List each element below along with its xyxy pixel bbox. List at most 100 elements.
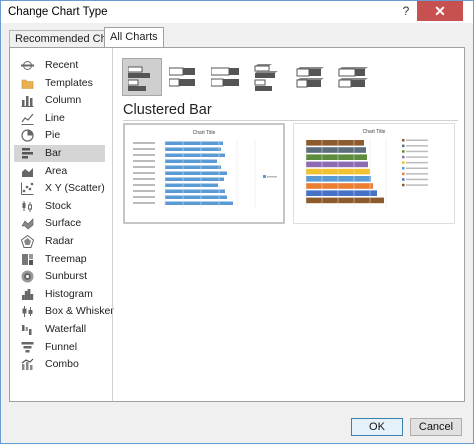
preview-legend-label: [267, 176, 277, 178]
box-whisker-chart-icon: [21, 305, 34, 318]
subtype-3d-stacked-bar-icon[interactable]: [290, 58, 330, 96]
preview-legend-swatch: [402, 167, 405, 170]
sidebar-item-recent[interactable]: Recent: [14, 57, 105, 74]
preview-legend-label: [406, 156, 428, 158]
cancel-button[interactable]: Cancel: [410, 418, 462, 436]
change-chart-type-dialog: Change Chart Type ? ✕ Recommended Charts…: [0, 0, 474, 444]
selected-chart-type-title: Clustered Bar: [123, 102, 212, 118]
sidebar-item-box-whisker[interactable]: Box & Whisker: [14, 303, 114, 320]
column-chart-icon: [21, 94, 34, 108]
sidebar-item-x-y-scatter[interactable]: X Y (Scatter): [14, 180, 105, 197]
preview-legend-label: [406, 178, 428, 181]
preview-category-label: [133, 184, 155, 186]
treemap-chart-icon: [21, 252, 34, 266]
sidebar-item-area[interactable]: Area: [14, 163, 105, 180]
preview-bar: [165, 177, 224, 181]
combo-chart-icon: [21, 358, 34, 371]
pie-chart-icon: [21, 129, 34, 142]
preview-bar: [165, 159, 217, 163]
sidebar-item-label: Bar: [45, 147, 62, 159]
sidebar-item-column[interactable]: Column: [14, 92, 105, 109]
preview-legend-swatch: [402, 144, 405, 148]
sidebar-item-label: Funnel: [45, 340, 78, 353]
help-button[interactable]: ?: [397, 3, 415, 20]
chart-type-panel: Recent Templates Column Line Pie Bar Area X Y (…: [9, 47, 465, 402]
sidebar-item-label: Recent: [45, 59, 79, 71]
preview-bar: [165, 153, 225, 157]
close-button[interactable]: ✕: [417, 1, 463, 21]
sidebar-item-stock[interactable]: Stock: [14, 198, 105, 215]
folder-icon: [21, 77, 34, 90]
preview-bar: [165, 147, 221, 151]
sidebar-item-label: Treemap: [45, 252, 87, 265]
preview-category-label: [133, 154, 155, 156]
preview-legend-swatch: [402, 139, 405, 142]
preview-title: Chart Title: [362, 129, 386, 135]
preview-legend-label: [406, 139, 428, 141]
preview-legend-label: [406, 184, 428, 186]
preview-bar: [306, 190, 377, 196]
preview-bar: [306, 197, 384, 204]
ok-button[interactable]: OK: [351, 418, 403, 436]
preview-bar: [306, 176, 371, 182]
recent-icon: [21, 59, 34, 72]
preview-category-label: [133, 142, 155, 144]
radar-chart-icon: [20, 234, 35, 248]
stock-chart-icon: [21, 200, 34, 213]
sidebar-item-label: Combo: [45, 358, 79, 371]
preview-multi-color[interactable]: Chart Title: [293, 123, 455, 224]
preview-legend-swatch: [402, 155, 405, 159]
subtype-3d-100-stacked-bar-icon[interactable]: [332, 58, 372, 96]
preview-bar: [306, 154, 367, 160]
sidebar-item-funnel[interactable]: Funnel: [14, 339, 105, 356]
preview-category-label: [133, 160, 155, 162]
tab-all-charts[interactable]: All Charts: [104, 27, 164, 48]
sidebar-item-templates[interactable]: Templates: [14, 75, 105, 92]
preview-title: Chart Title: [192, 130, 216, 136]
sidebar-item-label: Histogram: [45, 287, 93, 300]
surface-chart-icon: [21, 217, 34, 230]
sunburst-chart-icon: [21, 270, 34, 283]
sidebar-item-sunburst[interactable]: Sunburst: [14, 268, 105, 285]
preview-single-series[interactable]: Chart Title: [123, 123, 285, 224]
sidebar-item-treemap[interactable]: Treemap: [14, 251, 105, 268]
sidebar-item-label: Area: [45, 164, 68, 177]
preview-bar: [165, 141, 223, 145]
sidebar-item-pie[interactable]: Pie: [14, 127, 105, 144]
preview-1-chart: [133, 139, 277, 209]
waterfall-chart-icon: [21, 323, 34, 336]
preview-legend-label: [406, 150, 428, 153]
vertical-divider: [112, 48, 113, 401]
sidebar-item-combo[interactable]: Combo: [14, 356, 105, 373]
horizontal-divider: [123, 120, 458, 121]
chart-subtype-gallery: [122, 58, 458, 98]
sidebar-item-label: X Y (Scatter): [45, 182, 105, 195]
sidebar-item-histogram[interactable]: Histogram: [14, 286, 105, 303]
subtype-3d-clustered-bar-icon[interactable]: [248, 58, 288, 96]
preview-bar: [165, 183, 218, 187]
sidebar-item-label: Pie: [45, 129, 61, 142]
histogram-chart-icon: [21, 288, 34, 301]
preview-legend-swatch: [263, 175, 266, 178]
area-chart-icon: [21, 165, 34, 178]
preview-legend-label: [406, 167, 428, 169]
sidebar-item-waterfall[interactable]: Waterfall: [14, 321, 105, 338]
sidebar-item-surface[interactable]: Surface: [14, 215, 105, 232]
sidebar-item-label: Radar: [45, 235, 74, 247]
preview-category-label: [133, 202, 155, 204]
subtype-stacked-bar-icon[interactable]: [164, 58, 204, 96]
footer-divider: [1, 405, 473, 406]
preview-category-label: [133, 178, 155, 180]
sidebar-item-line[interactable]: Line: [14, 110, 105, 127]
sidebar-item-label: Line: [45, 111, 65, 124]
preview-bar: [306, 161, 368, 168]
subtype-clustered-bar-icon[interactable]: [122, 58, 162, 96]
preview-bar: [306, 183, 373, 189]
subtype-100-stacked-bar-icon[interactable]: [206, 58, 246, 96]
sidebar-item-label: Sunburst: [45, 270, 88, 283]
preview-bar: [306, 140, 364, 146]
sidebar-item-bar[interactable]: Bar: [14, 145, 105, 162]
sidebar-item-radar[interactable]: Radar: [14, 233, 105, 250]
preview-category-label: [133, 172, 155, 174]
sidebar-item-label: Column: [45, 94, 82, 107]
